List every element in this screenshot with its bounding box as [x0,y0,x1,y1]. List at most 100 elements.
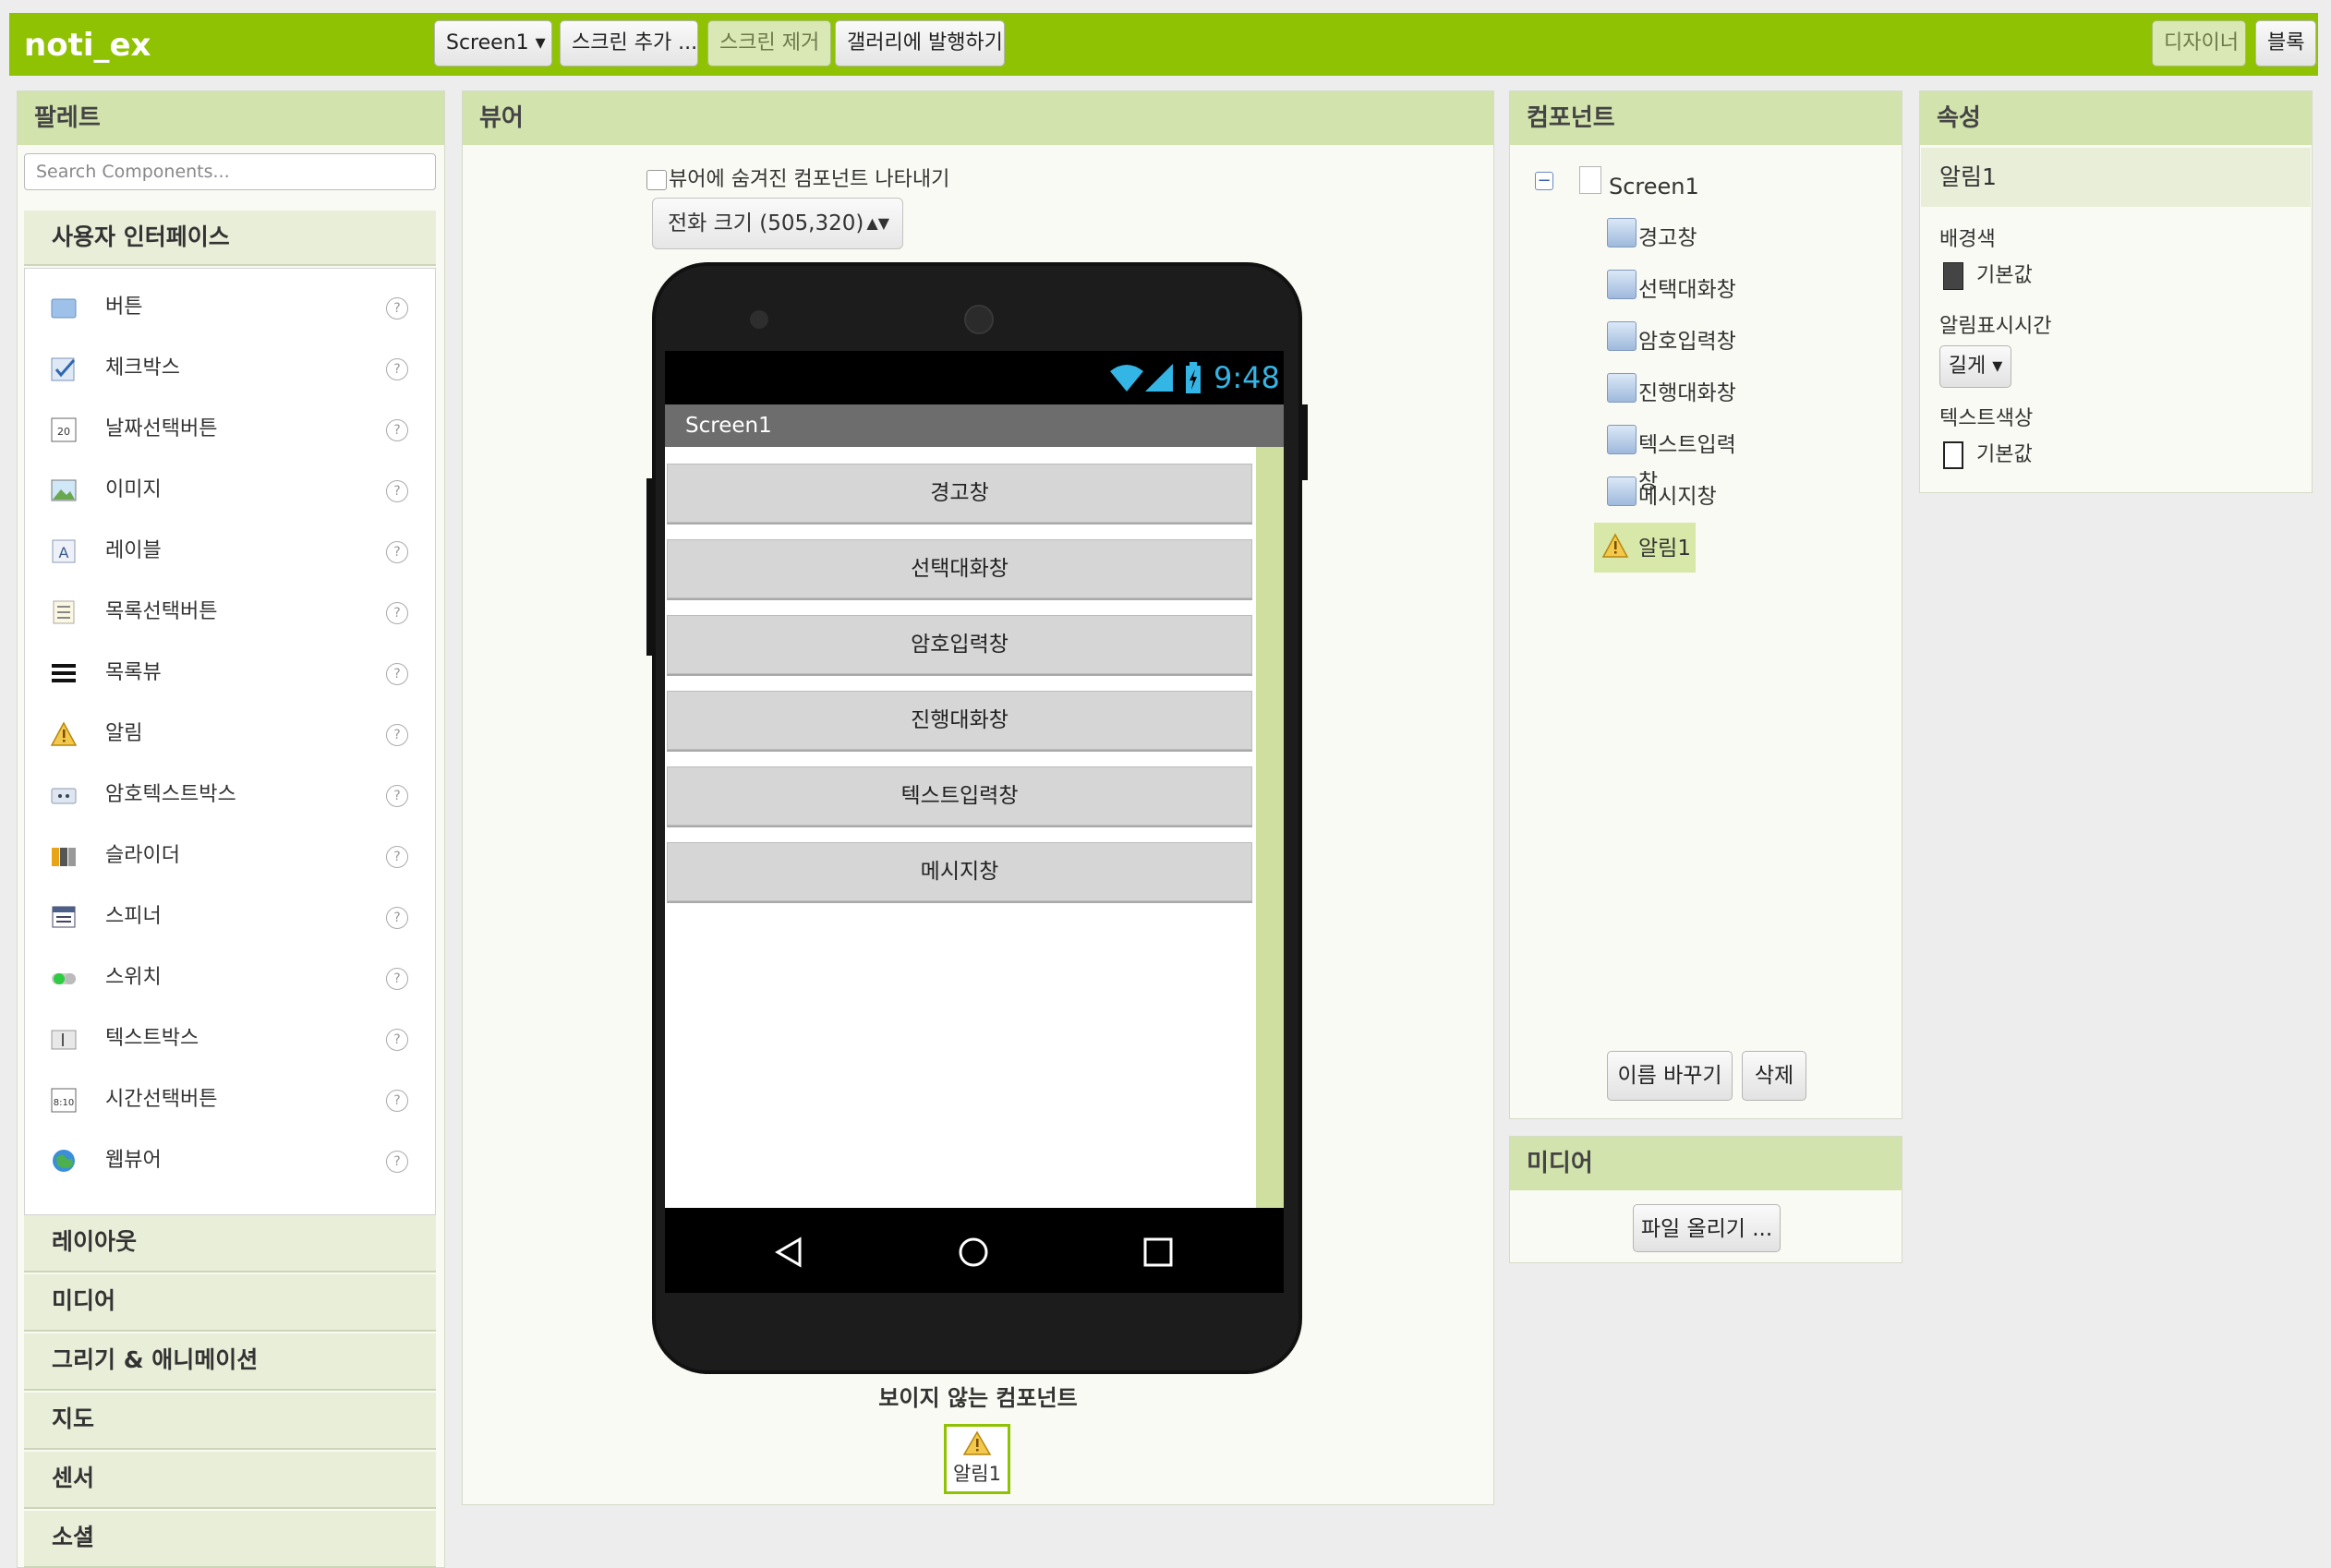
component-tree-item[interactable]: 메시지창 [1594,471,1751,521]
component-tree-item[interactable]: 암호입력창 [1594,316,1751,366]
palette-item-slider[interactable]: 슬라이더? [26,826,436,887]
bg-color-swatch[interactable] [1943,262,1963,290]
help-icon[interactable]: ? [386,724,408,746]
notifier-icon [962,1430,992,1455]
help-icon[interactable]: ? [386,541,408,563]
phone-button[interactable]: 암호입력창 [667,615,1252,674]
add-screen-button[interactable]: 스크린 추가 ... [560,20,698,66]
rename-button[interactable]: 이름 바꾸기 [1607,1051,1733,1101]
phone-button[interactable]: 진행대화창 [667,691,1252,750]
screen-component-icon [1579,166,1601,194]
palette-item-switch[interactable]: 스위치? [26,947,436,1008]
component-tree-item[interactable]: 선택대화창 [1594,264,1751,314]
back-icon[interactable] [772,1236,805,1269]
search-input[interactable]: Search Components... [24,153,436,190]
text-color-value[interactable]: 기본값 [1976,440,2033,471]
duration-select[interactable]: 길게 ▾ [1939,345,2011,388]
screen-select[interactable]: Screen1 ▾ [434,20,552,66]
component-tree-item[interactable]: 경고창 [1594,212,1751,262]
palette-category[interactable]: 레이아웃 [24,1215,436,1272]
screen-scrollbar[interactable] [1256,447,1284,1208]
phone-side-button [1300,404,1308,480]
delete-button[interactable]: 삭제 [1742,1051,1806,1101]
help-icon[interactable]: ? [386,1090,408,1112]
help-icon[interactable]: ? [386,663,408,685]
upload-file-button[interactable]: 파일 올리기 ... [1633,1204,1781,1252]
palette-item-spinner[interactable]: 스피너? [26,887,436,947]
time-picker-icon: 8:10 [51,1088,77,1113]
palette-item-button[interactable]: 버튼? [26,277,436,338]
designer-button[interactable]: 디자이너 [2152,20,2246,66]
blocks-button[interactable]: 블록 [2255,20,2316,66]
button-component-icon [1607,218,1637,247]
phone-sensor-icon [750,310,768,329]
recents-icon[interactable] [1141,1236,1175,1269]
component-tree-item[interactable]: 진행대화창 [1594,368,1751,417]
properties-title: 속성 [1920,91,2312,145]
text-color-swatch[interactable] [1943,441,1963,469]
palette-item-label[interactable]: A 레이블? [26,521,436,582]
phone-button[interactable]: 텍스트입력창 [667,766,1252,826]
help-icon[interactable]: ? [386,480,408,502]
palette-title: 팔레트 [18,91,444,145]
properties-component-name: 알림1 [1921,148,2311,207]
palette-category[interactable]: 소셜 [24,1511,436,1568]
help-icon[interactable]: ? [386,358,408,380]
palette-category[interactable]: 미디어 [24,1274,436,1332]
palette-item-list-view[interactable]: 목록뷰? [26,643,436,704]
palette-item-image[interactable]: 이미지? [26,460,436,521]
component-tree-label: 암호입력창 [1638,330,1736,354]
list-view-icon [52,664,76,682]
help-icon[interactable]: ? [386,846,408,868]
help-icon[interactable]: ? [386,297,408,320]
palette-item-label: 웹뷰어 [105,1149,162,1172]
help-icon[interactable]: ? [386,1151,408,1173]
help-icon[interactable]: ? [386,1029,408,1051]
viewer-title: 뷰어 [463,91,1493,145]
nonvisible-item[interactable]: 알림1 [944,1424,1010,1494]
component-root[interactable]: Screen1 [1609,168,1699,205]
help-icon[interactable]: ? [386,602,408,624]
help-icon[interactable]: ? [386,907,408,929]
bg-color-value[interactable]: 기본값 [1976,260,2033,292]
palette-item-notifier[interactable]: 알림? [26,704,436,765]
palette-item-label: 버튼 [105,296,143,319]
palette-item-label: 레이블 [105,539,162,562]
palette-item-date-picker[interactable]: 20 날짜선택버튼? [26,399,436,460]
phone-size-value: 전화 크기 (505,320) [668,211,864,235]
show-hidden-checkbox[interactable] [646,170,667,190]
phone-size-select[interactable]: 전화 크기 (505,320) ▲▼ [652,198,903,249]
palette-section-ui[interactable]: 사용자 인터페이스 [24,211,436,266]
svg-text:20: 20 [57,426,70,438]
help-icon[interactable]: ? [386,968,408,990]
palette-item-checkbox[interactable]: 체크박스? [26,338,436,399]
label-icon: A [52,539,76,563]
component-tree-label: 진행대화창 [1638,381,1736,405]
help-icon[interactable]: ? [386,419,408,441]
palette-item-password-textbox[interactable]: 암호텍스트박스? [26,765,436,826]
palette-item-list-picker[interactable]: 목록선택버튼? [26,582,436,643]
palette-item-label: 날짜선택버튼 [105,417,218,440]
button-component-icon [1607,425,1637,454]
palette-item-time-picker[interactable]: 8:10 시간선택버튼? [26,1069,436,1130]
palette-item-textbox[interactable]: 텍스트박스? [26,1008,436,1069]
button-component-icon [1607,270,1637,299]
home-icon[interactable] [957,1236,990,1269]
help-icon[interactable]: ? [386,785,408,807]
component-tree-item[interactable]: 알림1 [1594,523,1696,573]
phone-button[interactable]: 경고창 [667,464,1252,523]
palette-category[interactable]: 센서 [24,1452,436,1509]
date-picker-icon: 20 [51,417,77,442]
list-picker-icon [53,600,75,624]
component-tree-item[interactable]: 텍스트입력창 [1594,419,1751,494]
publish-gallery-button[interactable]: 갤러리에 발행하기 [835,20,1005,66]
phone-button[interactable]: 선택대화창 [667,539,1252,598]
palette-item-label: 이미지 [105,478,162,501]
palette-category[interactable]: 지도 [24,1393,436,1450]
palette-category[interactable]: 그리기 & 애니메이션 [24,1333,436,1391]
phone-button[interactable]: 메시지창 [667,842,1252,901]
palette-item-web-viewer[interactable]: 웹뷰어? [26,1130,436,1191]
remove-screen-button[interactable]: 스크린 제거 [707,20,831,66]
collapse-toggle[interactable]: − [1535,172,1553,190]
spinner-icon [52,906,76,928]
